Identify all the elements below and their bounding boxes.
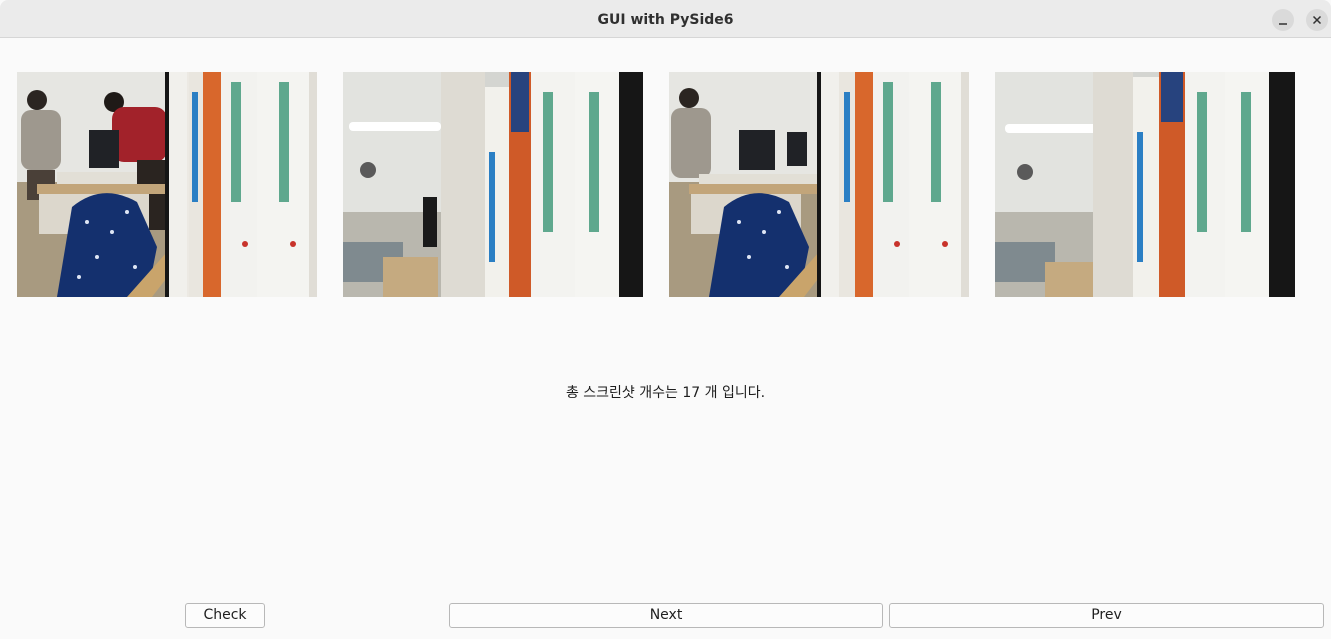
screenshot-thumbnail-3 — [669, 72, 969, 297]
screenshot-thumbnail-4 — [995, 72, 1295, 297]
screenshot-thumbnail-1 — [17, 72, 317, 297]
app-window: GUI with PySide6 총 스크린샷 개수는 17 개 입니다. Ch… — [0, 0, 1331, 639]
screenshot-thumbnail-2 — [343, 72, 643, 297]
screenshot-image — [669, 72, 969, 297]
minimize-button[interactable] — [1272, 9, 1294, 31]
screenshot-image — [995, 72, 1295, 297]
check-button[interactable]: Check — [185, 603, 265, 628]
next-button[interactable]: Next — [449, 603, 883, 628]
screenshot-count-label: 총 스크린샷 개수는 17 개 입니다. — [565, 385, 766, 401]
screenshot-image — [17, 72, 317, 297]
screenshot-image — [343, 72, 643, 297]
prev-button[interactable]: Prev — [889, 603, 1324, 628]
minimize-icon — [1279, 23, 1287, 25]
window-title: GUI with PySide6 — [597, 12, 734, 28]
close-icon — [1312, 15, 1322, 25]
close-button[interactable] — [1306, 9, 1328, 31]
title-bar[interactable]: GUI with PySide6 — [0, 0, 1331, 38]
